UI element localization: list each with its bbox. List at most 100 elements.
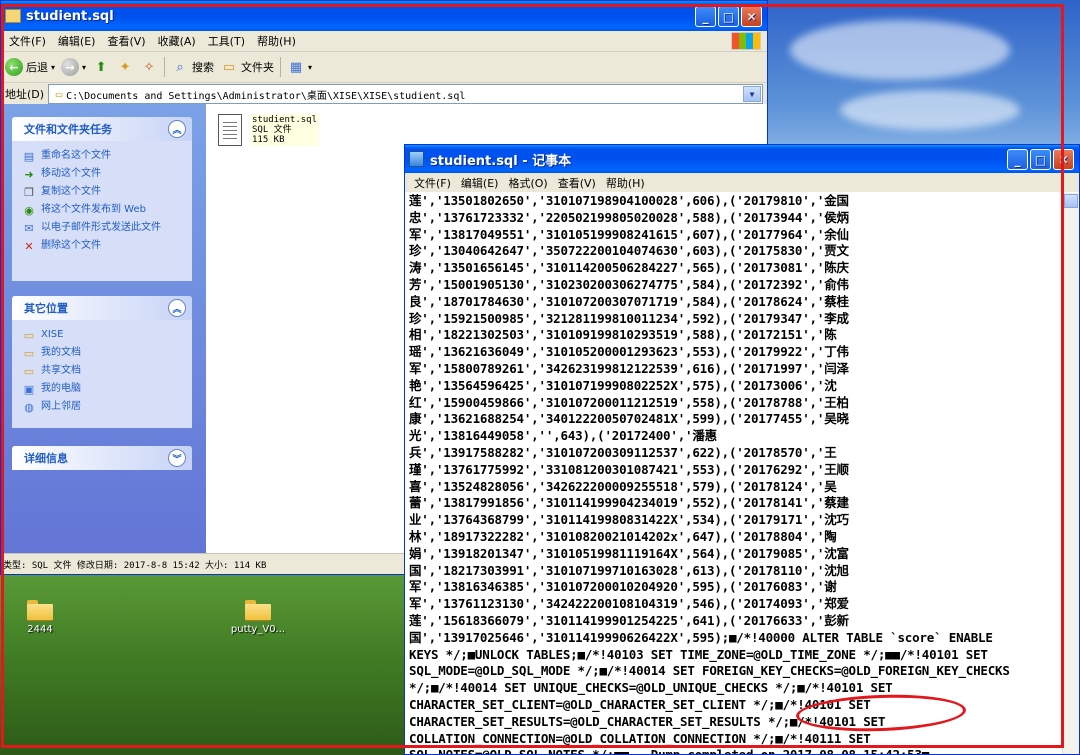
collapse-icon[interactable]: ︽ (168, 299, 186, 317)
menu-tools[interactable]: 工具(T) (202, 33, 251, 49)
text-line: 涛','13501656145','310114200506284227',56… (409, 260, 849, 276)
notepad-window[interactable]: studient.sql - 记事本 _ □ ✕ 文件(F) 编辑(E) 格式(… (404, 144, 1080, 755)
place-network[interactable]: ◍ 网上邻居 (12, 398, 192, 416)
cloud-decoration (790, 20, 1010, 80)
close-button[interactable]: ✕ (1053, 149, 1074, 170)
text-line: 红','15900459866','310107200011212519',55… (409, 394, 849, 410)
move-icon: ➜ (24, 167, 34, 181)
text-line: 康','13621688254','34012220050702481X',59… (409, 411, 849, 427)
address-value: C:\Documents and Settings\Administrator\… (66, 90, 466, 102)
menu-view[interactable]: 查看(V) (553, 175, 601, 191)
task-publish[interactable]: ◉ 将这个文件发布到 Web (12, 201, 192, 219)
text-line: 娟','13918201347','31010519981119164X',56… (409, 545, 849, 561)
place-label: 我的文档 (41, 347, 81, 358)
task-copy[interactable]: ❐ 复制这个文件 (12, 183, 192, 201)
place-my-computer[interactable]: ▣ 我的电脑 (12, 380, 192, 398)
maximize-button[interactable]: □ (718, 6, 739, 27)
text-line: KEYS */;■UNLOCK TABLES;■/*!40103 SET TIM… (409, 646, 988, 662)
menu-help[interactable]: 帮助(H) (251, 33, 302, 49)
place-label: 共享文档 (41, 365, 81, 376)
notepad-title-bar[interactable]: studient.sql - 记事本 _ □ ✕ (405, 145, 1079, 173)
folders-button[interactable]: ▭ 文件夹 (220, 58, 274, 76)
notepad-text-area[interactable]: 莲','13501802650','310107198904100028',60… (409, 193, 1063, 754)
maximize-button[interactable]: □ (1030, 149, 1051, 170)
menu-edit[interactable]: 编辑(E) (52, 33, 102, 49)
menu-edit[interactable]: 编辑(E) (456, 175, 504, 191)
file-tasks-header[interactable]: 文件和文件夹任务 ︽ (12, 117, 192, 141)
place-my-documents[interactable]: ▭ 我的文档 (12, 344, 192, 362)
place-label: 我的电脑 (41, 383, 81, 394)
task-rename[interactable]: ▤ 重命名这个文件 (12, 147, 192, 165)
text-line: 芳','15001905130','310230200306274775',58… (409, 276, 849, 292)
forward-icon: → (61, 58, 80, 76)
views-button[interactable]: ▦ ▾ (287, 58, 312, 76)
status-text: 类型: SQL 文件 修改日期: 2017-8-8 15:42 大小: 114 … (3, 560, 267, 571)
place-shared-documents[interactable]: ▭ 共享文档 (12, 362, 192, 380)
copy-icon: ❐ (24, 185, 34, 199)
text-line: 相','18221302503','310109199810293519',58… (409, 327, 837, 343)
text-line: 艳','13564596425','31010719990802252X',57… (409, 377, 837, 393)
menu-favorites[interactable]: 收藏(A) (152, 33, 202, 49)
forward-button[interactable]: → ▾ (61, 58, 86, 76)
minimize-button[interactable]: _ (1007, 149, 1028, 170)
explorer-toolbar: ← 后退 ▾ → ▾ ⬆ ✦ ✧ ⌕ 搜索 ▭ 文件夹 ▦ ▾ (1, 52, 767, 83)
place-label: 网上邻居 (41, 401, 81, 412)
task-email[interactable]: ✉ 以电子邮件形式发送此文件 (12, 219, 192, 237)
text-line: 忠','13761723332','220502199805020028',58… (409, 209, 849, 225)
menu-file[interactable]: 文件(F) (3, 33, 52, 49)
folders-label: 文件夹 (241, 61, 275, 74)
text-line: 军','15800789261','342623199812122539',61… (409, 360, 849, 376)
desktop-icon-2444[interactable]: 2444 (0, 600, 80, 635)
menu-view[interactable]: 查看(V) (101, 33, 151, 49)
menu-help[interactable]: 帮助(H) (601, 175, 650, 191)
text-line: 国','18217303991','310107199710163028',61… (409, 562, 849, 578)
back-label: 后退 (26, 61, 48, 74)
vertical-scrollbar[interactable] (1062, 193, 1079, 754)
minimize-button[interactable]: _ (695, 6, 716, 27)
task-label: 重命名这个文件 (41, 150, 111, 161)
menu-file[interactable]: 文件(F) (409, 175, 456, 191)
scroll-up-icon[interactable] (1064, 194, 1078, 208)
views-icon: ▦ (289, 59, 303, 75)
file-item[interactable]: studient.sql SQL 文件 115 KB (218, 114, 320, 146)
rename-icon: ▤ (23, 149, 35, 163)
other-places-header[interactable]: 其它位置 ︽ (12, 296, 192, 320)
details-panel: 详细信息 ︾ (12, 446, 192, 470)
copy-to-icon[interactable]: ✧ (140, 58, 158, 76)
text-line: 珍','13040642647','350722200104074630',60… (409, 243, 849, 259)
explorer-title-bar[interactable]: studient.sql _ □ ✕ (1, 1, 767, 31)
close-button[interactable]: ✕ (741, 6, 762, 27)
chevron-down-icon[interactable]: ▼ (743, 86, 761, 102)
up-icon[interactable]: ⬆ (92, 58, 110, 76)
address-bar: 地址(D) ▭ C:\Documents and Settings\Admini… (1, 83, 767, 106)
text-line: 光','13816449058','',643),('20172400','潘惠 (409, 428, 717, 444)
text-line: CHARACTER_SET_CLIENT=@OLD_CHARACTER_SET_… (409, 696, 871, 712)
explorer-menubar: 文件(F) 编辑(E) 查看(V) 收藏(A) 工具(T) 帮助(H) (1, 31, 767, 52)
expand-icon[interactable]: ︾ (168, 449, 186, 467)
text-line: 瑾','13761775992','331081200301087421',55… (409, 461, 849, 477)
back-icon: ← (5, 58, 23, 76)
collapse-icon[interactable]: ︽ (168, 120, 186, 138)
address-input[interactable]: ▭ C:\Documents and Settings\Administrato… (48, 84, 763, 104)
text-line: 军','13761123130','342422200108104319',54… (409, 596, 849, 612)
email-icon: ✉ (24, 221, 34, 235)
search-folder-icon[interactable]: ✦ (116, 58, 134, 76)
task-delete[interactable]: ✕ 删除这个文件 (12, 237, 192, 255)
text-line: 良','18701784630','310107200307071719',58… (409, 293, 849, 309)
text-line: 兵','13917588282','310107200309112537',62… (409, 444, 837, 460)
task-pane: 文件和文件夹任务 ︽ ▤ 重命名这个文件 ➜ 移动这个文件 ❐ 复制这个文件 ◉ 将这个… (1, 104, 206, 554)
task-label: 以电子邮件形式发送此文件 (41, 222, 161, 233)
search-icon: ⌕ (176, 59, 184, 75)
shared-folder-icon: ▭ (23, 364, 35, 378)
menu-format[interactable]: 格式(O) (503, 175, 552, 191)
place-xise[interactable]: ▭ XISE (12, 326, 192, 344)
back-button[interactable]: ← 后退 ▾ (5, 58, 55, 76)
text-line: 蕾','13817991856','310114199904234019',55… (409, 495, 849, 511)
text-line: CHARACTER_SET_RESULTS=@OLD_CHARACTER_SET… (409, 713, 886, 729)
task-move[interactable]: ➜ 移动这个文件 (12, 165, 192, 183)
search-button[interactable]: ⌕ 搜索 (171, 58, 214, 76)
details-header[interactable]: 详细信息 ︾ (12, 446, 192, 470)
task-label: 复制这个文件 (41, 186, 101, 197)
explorer-title: studient.sql (26, 8, 114, 24)
desktop-icon-putty[interactable]: putty_V0... (218, 600, 298, 635)
